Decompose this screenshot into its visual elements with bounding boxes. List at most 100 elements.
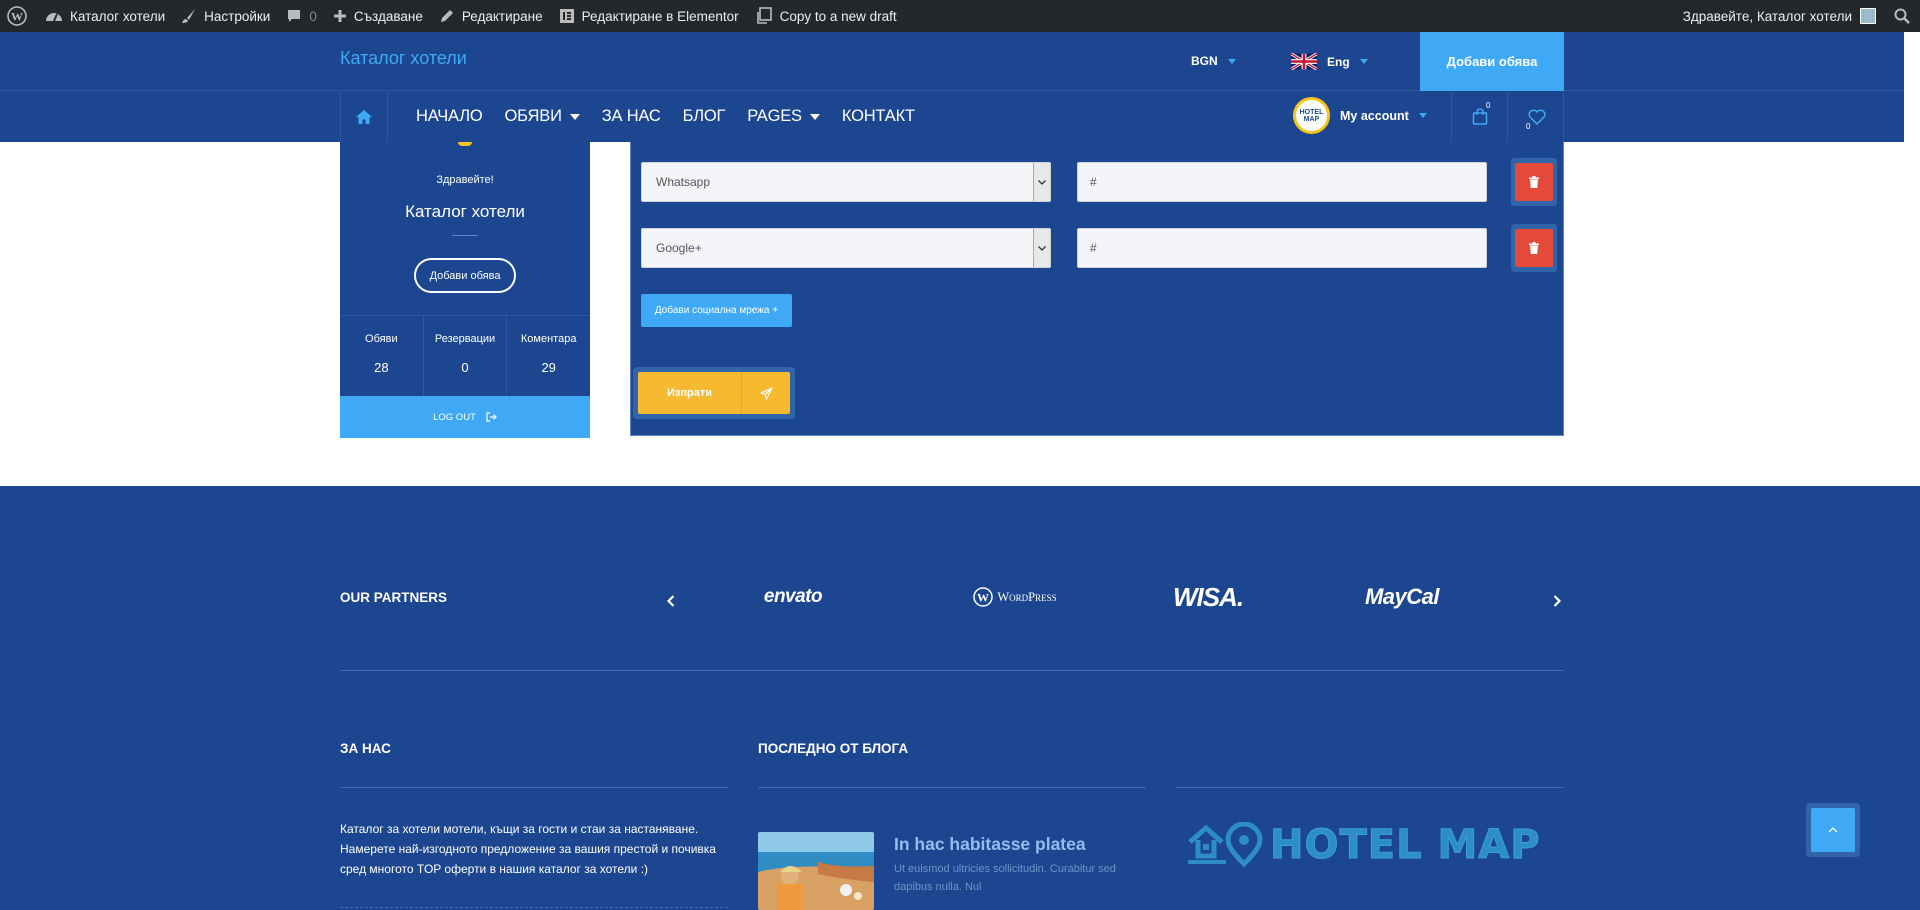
admin-comments[interactable]: 0: [278, 0, 325, 32]
shopping-bag-icon: [1472, 108, 1487, 125]
stat-comments[interactable]: Коментара 29: [507, 316, 590, 398]
nav-item-label: БЛОГ: [682, 107, 726, 125]
logout-label: LOG OUT: [433, 411, 476, 423]
logout-button[interactable]: LOG OUT: [340, 396, 590, 438]
wishlist-button[interactable]: 0: [1508, 91, 1565, 142]
partner-logo-envato[interactable]: envato: [748, 582, 838, 612]
home-button[interactable]: [341, 91, 388, 142]
partner-logo-maycal[interactable]: MayCal: [1352, 582, 1452, 612]
submit-button-wrapper: Изпрати: [633, 367, 795, 419]
profile-divider: [452, 235, 478, 236]
avatar: HOTEL MAP: [1293, 97, 1330, 134]
stat-label: Резервации: [434, 333, 496, 345]
pencil-icon: [440, 10, 453, 22]
partner-name: envato: [763, 586, 823, 607]
nav-item-listings[interactable]: ОБЯВИ: [504, 107, 580, 126]
social-url-value: #: [1090, 241, 1097, 255]
partner-name: WISA.: [1172, 581, 1244, 612]
nav-item-about[interactable]: ЗА НАС: [602, 107, 661, 126]
admin-new-content-label: Създаване: [353, 8, 423, 24]
admin-edit-elementor[interactable]: Редактиране в Elementor: [551, 0, 747, 32]
admin-customize[interactable]: Настройки: [173, 0, 278, 32]
admin-my-account[interactable]: Здравейте, Каталог хотели: [1675, 0, 1884, 32]
admin-copy-draft[interactable]: Copy to a new draft: [747, 0, 905, 32]
stat-label: Коментара: [520, 333, 577, 345]
stat-listings[interactable]: Обяви 28: [340, 316, 424, 398]
map-pin-icon: [1188, 822, 1263, 868]
profile-avatar-edge: [458, 142, 472, 146]
cart-count: 0: [1486, 101, 1491, 110]
delete-social-button[interactable]: [1515, 163, 1553, 201]
nav-item-label: ЗА НАС: [601, 107, 661, 125]
footer-logo[interactable]: HOTEL MAP: [1186, 820, 1541, 870]
main-navbar: НАЧАЛО ОБЯВИ ЗА НАС БЛОГ PAGES КОНТАКТ H…: [0, 91, 1904, 142]
admin-comments-count: 0: [309, 8, 317, 24]
stat-value: 0: [461, 360, 469, 375]
admin-new-content[interactable]: Създаване: [325, 0, 431, 32]
nav-item-blog[interactable]: БЛОГ: [683, 107, 726, 126]
partners-next-button[interactable]: [1553, 594, 1562, 612]
svg-text:W: W: [11, 10, 23, 24]
footer-logo-text: HOTEL MAP: [1270, 822, 1541, 869]
sign-out-icon: [486, 412, 497, 422]
wordpress-icon: W: [973, 587, 994, 607]
back-to-top-button[interactable]: [1811, 808, 1855, 852]
wishlist-count: 0: [1526, 122, 1531, 131]
nav-menu: НАЧАЛО ОБЯВИ ЗА НАС БЛОГ PAGES КОНТАКТ: [416, 91, 915, 142]
profile-name: Каталог хотели: [405, 202, 525, 221]
wordpress-icon: W: [7, 6, 27, 26]
about-title: ЗА НАС: [340, 741, 391, 756]
admin-site-name-label: Каталог хотели: [70, 8, 166, 24]
submit-button[interactable]: Изпрати: [638, 372, 790, 414]
language-switcher[interactable]: Eng: [1291, 53, 1368, 70]
social-network-select[interactable]: Google+: [641, 228, 1051, 268]
my-account-menu[interactable]: HOTEL MAP My account: [1293, 97, 1427, 134]
social-url-input[interactable]: #: [1077, 228, 1487, 268]
nav-item-pages[interactable]: PAGES: [747, 107, 820, 126]
admin-edit[interactable]: Редактиране: [431, 0, 551, 32]
profile-greeting: Здравейте!: [436, 174, 494, 186]
delete-row-wrapper: [1511, 224, 1557, 272]
stat-reservations[interactable]: Резервации 0: [424, 316, 508, 398]
wordpress-logo-menu[interactable]: W: [0, 0, 37, 32]
blog-post-thumbnail[interactable]: [758, 832, 874, 910]
delete-social-button[interactable]: [1515, 229, 1553, 267]
currency-label: BGN: [1191, 54, 1218, 68]
social-network-select[interactable]: Whatsapp: [641, 162, 1051, 202]
currency-switcher[interactable]: BGN: [1191, 54, 1236, 68]
plus-icon: [333, 10, 346, 22]
uk-flag-icon: [1291, 53, 1317, 70]
admin-bar: W Каталог хотели Настройки 0 Създаване Р…: [0, 0, 1920, 32]
cart-button[interactable]: 0: [1451, 91, 1508, 142]
svg-text:W: W: [977, 591, 989, 605]
social-url-value: #: [1090, 175, 1097, 189]
blog-post-title[interactable]: In hac habitasse platea: [894, 834, 1086, 855]
nav-item-contact[interactable]: КОНТАКТ: [842, 107, 915, 126]
partner-logo-visa[interactable]: WISA.: [1166, 582, 1250, 612]
chevron-down-icon: [569, 113, 580, 120]
admin-search[interactable]: [1884, 0, 1920, 32]
nav-item-label: PAGES: [747, 107, 802, 125]
site-footer: OUR PARTNERS envato W WordPress WISA. Ma…: [0, 486, 1920, 910]
social-url-input[interactable]: #: [1077, 162, 1487, 202]
partner-logo-wordpress[interactable]: W WordPress: [950, 582, 1080, 612]
language-label: Eng: [1327, 54, 1350, 69]
home-icon: [356, 109, 372, 124]
partners-prev-button[interactable]: [666, 594, 675, 612]
blog-post-excerpt: Ut euismod ultricies sollicitudin. Curab…: [894, 863, 1116, 893]
admin-site-name[interactable]: Каталог хотели: [37, 0, 173, 32]
stat-value: 29: [541, 360, 556, 375]
stat-value: 28: [374, 360, 389, 375]
add-listing-button[interactable]: Добави обява: [1420, 32, 1564, 91]
site-logo-text[interactable]: Каталог хотели: [340, 48, 467, 69]
admin-customize-label: Настройки: [204, 8, 271, 24]
elementor-icon: [559, 9, 574, 23]
partners-title: OUR PARTNERS: [340, 590, 448, 605]
trash-icon: [1529, 242, 1539, 254]
blog-title-rule: [758, 787, 1146, 788]
nav-item-home[interactable]: НАЧАЛО: [416, 107, 483, 126]
profile-add-listing-button[interactable]: Добави обява: [414, 258, 516, 293]
comment-icon: [288, 10, 301, 22]
add-social-network-button[interactable]: Добави социална мрежа +: [641, 294, 792, 327]
admin-greeting: Здравейте, Каталог хотели: [1682, 8, 1852, 24]
